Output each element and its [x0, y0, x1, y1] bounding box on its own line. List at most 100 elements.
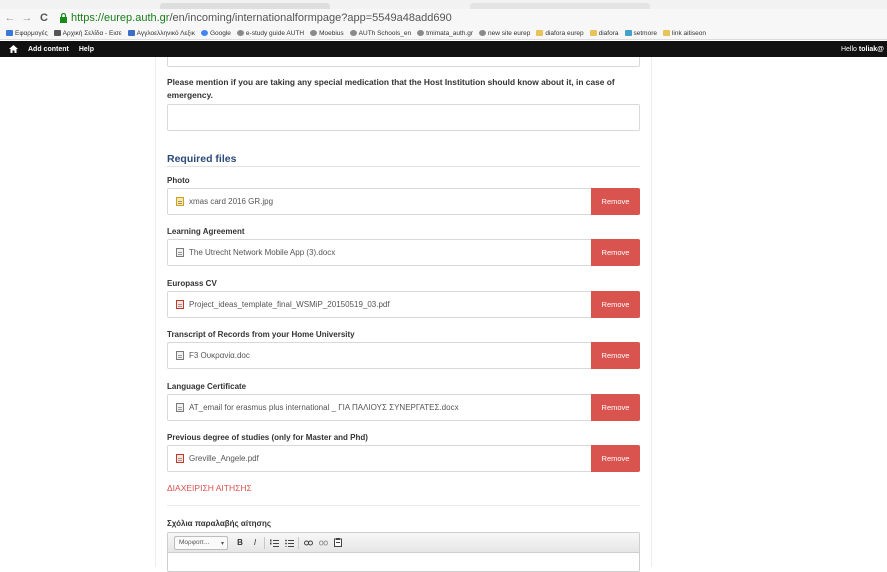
- format-value: Μορφοπ...: [179, 539, 210, 546]
- bookmark-item[interactable]: setmore: [624, 29, 657, 37]
- forward-arrow-icon[interactable]: →: [20, 12, 34, 24]
- remove-file-button[interactable]: Remove: [591, 342, 640, 369]
- bookmark-icon: [236, 30, 244, 36]
- bookmark-item[interactable]: Google: [200, 30, 231, 37]
- browser-navbar: ← → C https://eurep.auth.gr/en/incoming/…: [0, 9, 887, 27]
- manage-application-link[interactable]: ΔΙΑΧΕΙΡΙΣΗ ΑΙΤΗΣΗΣ: [167, 483, 252, 493]
- format-dropdown[interactable]: Μορφοπ... ▾: [174, 535, 228, 550]
- remove-file-button[interactable]: Remove: [591, 188, 640, 215]
- toolbar-separator: [264, 536, 265, 549]
- bookmark-item[interactable]: AUTh Schools_en: [349, 30, 411, 37]
- bookmark-icon: [127, 30, 135, 36]
- bookmark-icon: [417, 30, 425, 36]
- remove-file-button[interactable]: Remove: [591, 291, 640, 318]
- bookmark-icon: [6, 30, 13, 36]
- document-file-icon: [176, 351, 184, 360]
- file-link[interactable]: F3 Ουκρανία.doc: [176, 343, 250, 368]
- link-icon[interactable]: [302, 537, 314, 549]
- bookmark-item[interactable]: Αρχική Σελίδα - Εισε: [53, 30, 122, 37]
- bookmark-icon: [349, 30, 357, 36]
- url-path: /en/incoming/internationalformpage?app=5…: [169, 12, 452, 24]
- bookmark-item[interactable]: new site eurep: [479, 30, 530, 37]
- uploaded-file-row: F3 Ουκρανία.doc Remove: [167, 342, 640, 369]
- medication-textarea[interactable]: [167, 104, 640, 131]
- add-content-link[interactable]: Add content: [28, 46, 69, 53]
- browser-tabstrip: [0, 0, 887, 9]
- uploaded-file-row: xmas card 2016 GR.jpg Remove: [167, 188, 640, 215]
- image-file-icon: [176, 197, 184, 206]
- back-arrow-icon[interactable]: ←: [3, 12, 17, 24]
- bookmarks-bar: Εφαρμογές Αρχική Σελίδα - Εισε Αγγλοελληνι…: [0, 27, 887, 40]
- address-bar[interactable]: https://eurep.auth.gr/en/incoming/intern…: [71, 12, 452, 24]
- bookmark-label: Αγγλοελληνικό Λεξικ: [136, 29, 195, 37]
- document-file-icon: [176, 248, 184, 257]
- bookmark-label: diafora: [598, 29, 619, 37]
- numbered-list-icon[interactable]: [268, 537, 280, 549]
- remove-file-button[interactable]: Remove: [591, 394, 640, 421]
- bookmark-label: tmimata_auth.gr: [426, 29, 474, 37]
- remove-file-button[interactable]: Remove: [591, 445, 640, 472]
- bookmark-item[interactable]: e-study guide AUTH: [236, 30, 304, 37]
- bold-button[interactable]: B: [234, 537, 246, 549]
- uploaded-file-row: Project_ideas_template_final_WSMiP_20150…: [167, 291, 640, 318]
- previous-textarea[interactable]: [167, 57, 640, 67]
- editor-toolbar: Μορφοπ... ▾ B I: [168, 533, 639, 553]
- bookmark-item[interactable]: Εφαρμογές: [6, 30, 48, 37]
- comments-editor[interactable]: Μορφοπ... ▾ B I: [167, 532, 640, 572]
- file-name: Greville_Angele.pdf: [189, 454, 259, 463]
- url-host: https://eurep.auth.gr: [71, 12, 170, 24]
- reload-icon[interactable]: C: [37, 12, 51, 24]
- home-icon[interactable]: [9, 45, 18, 53]
- bookmark-label: link aitiseon: [671, 29, 706, 37]
- paste-icon[interactable]: [332, 537, 344, 549]
- file-field-label: Transcript of Records from your Home Uni…: [167, 330, 355, 339]
- bookmark-icon: [53, 30, 61, 36]
- bookmark-item[interactable]: Αγγλοελληνικό Λεξικ: [127, 29, 195, 37]
- file-field-label: Learning Agreement: [167, 227, 245, 236]
- remove-file-button[interactable]: Remove: [591, 239, 640, 266]
- uploaded-file-row: AT_email for erasmus plus international …: [167, 394, 640, 421]
- file-field-label: Previous degree of studies (only for Mas…: [167, 433, 368, 442]
- medication-question: Please mention if you are taking any spe…: [167, 77, 615, 100]
- bookmark-label: Moebius: [319, 29, 344, 37]
- file-name: xmas card 2016 GR.jpg: [189, 197, 274, 206]
- toolbar-separator: [298, 536, 299, 549]
- uploaded-file-row: Greville_Angele.pdf Remove: [167, 445, 640, 472]
- bookmark-icon: [200, 30, 208, 36]
- bookmark-icon: [479, 30, 487, 36]
- bookmark-label: setmore: [633, 29, 657, 37]
- required-files-heading: Required files: [167, 153, 237, 165]
- bullet-list-icon[interactable]: [283, 537, 295, 549]
- bookmark-item[interactable]: Moebius: [310, 30, 344, 37]
- italic-button[interactable]: I: [249, 537, 261, 549]
- file-field-label: Photo: [167, 176, 190, 185]
- divider: [167, 505, 640, 506]
- file-name: AT_email for erasmus plus international …: [189, 403, 459, 412]
- uploaded-file-row: The Utrecht Network Mobile App (3).docx R…: [167, 239, 640, 266]
- document-file-icon: [176, 403, 184, 412]
- bookmark-icon: [624, 30, 632, 36]
- file-link[interactable]: The Utrecht Network Mobile App (3).docx: [176, 240, 335, 265]
- lock-icon: [57, 12, 69, 24]
- bookmark-item[interactable]: diafora: [589, 29, 619, 37]
- bookmark-item[interactable]: link aitiseon: [662, 29, 706, 37]
- help-link[interactable]: Help: [79, 46, 94, 53]
- file-link[interactable]: AT_email for erasmus plus international …: [176, 395, 459, 420]
- folder-icon: [662, 30, 670, 36]
- bookmark-item[interactable]: tmimata_auth.gr: [417, 30, 473, 37]
- bookmark-label: Εφαρμογές: [15, 29, 48, 37]
- divider: [167, 166, 640, 167]
- admin-toolbar: Add content Help Hello toliak@: [0, 41, 887, 57]
- user-greeting[interactable]: Hello toliak@: [841, 46, 884, 53]
- bookmark-label: new site eurep: [488, 29, 531, 37]
- chevron-down-icon: ▾: [220, 540, 224, 547]
- file-name: Project_ideas_template_final_WSMiP_20150…: [189, 300, 390, 309]
- file-link[interactable]: xmas card 2016 GR.jpg: [176, 189, 273, 214]
- bookmark-label: diafora eurep: [545, 29, 584, 37]
- unlink-icon[interactable]: [317, 537, 329, 549]
- file-name: The Utrecht Network Mobile App (3).docx: [189, 248, 336, 257]
- file-link[interactable]: Project_ideas_template_final_WSMiP_20150…: [176, 292, 390, 317]
- file-link[interactable]: Greville_Angele.pdf: [176, 446, 259, 471]
- file-field-label: Language Certificate: [167, 382, 247, 391]
- bookmark-item[interactable]: diafora eurep: [536, 29, 584, 37]
